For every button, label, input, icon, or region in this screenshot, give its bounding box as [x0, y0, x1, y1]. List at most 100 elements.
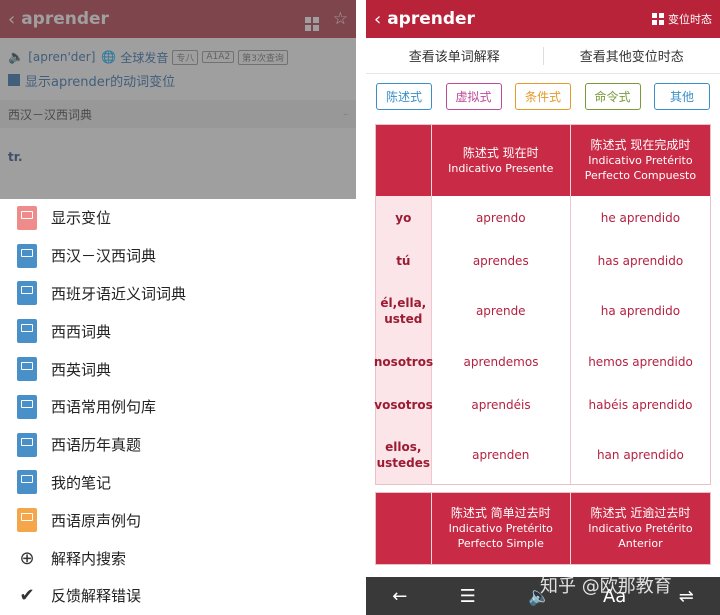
conjugation-table-past: 陈述式 简单过去时 Indicativo Pretérito Perfecto …	[375, 492, 711, 565]
back-icon[interactable]: ‹	[374, 9, 381, 30]
book-icon	[17, 281, 37, 306]
left-header: ‹ aprender ☆	[0, 0, 356, 38]
grid-icon	[652, 13, 664, 25]
audio-book-icon	[17, 508, 37, 533]
header-corner	[376, 493, 432, 564]
menu-item-example-sentences[interactable]: 西语常用例句库	[0, 388, 356, 426]
conjugation-cell: ha aprendido	[600, 304, 681, 318]
header-present-perfect: 陈述式 现在完成时 Indicativo Pretérito Perfecto …	[584, 138, 697, 182]
phonetic: [apren'der]	[28, 50, 96, 64]
menu-item-synonym-dictionary[interactable]: 西班牙语近义词词典	[0, 275, 356, 313]
table-row: nosotros aprendemos hemos aprendido	[374, 340, 710, 383]
show-conjugation-label: 显示aprender的动词变位	[25, 74, 176, 90]
conjugation-cell: aprendes	[432, 239, 571, 282]
menu-item-es-es-dictionary[interactable]: 西西词典	[0, 312, 356, 350]
globe-icon: 🌐	[101, 50, 117, 64]
mood-indicative-button[interactable]: 陈述式	[376, 83, 432, 110]
left-content: 🔈 [apren'der] 🌐 全球发音 专八 A1A2 第3次查询 显示apr…	[0, 38, 356, 164]
pronunciation-row: 🔈 [apren'der] 🌐 全球发音 专八 A1A2 第3次查询	[0, 38, 356, 68]
bottom-toolbar: ← ☰ 🔈 Aa ⇌	[366, 577, 720, 615]
mood-other-button[interactable]: 其他	[654, 83, 710, 110]
conjugation-cell: han aprendido	[596, 448, 684, 462]
person-label: yo	[376, 196, 432, 239]
menu-item-es-en-dictionary[interactable]: 西英词典	[0, 350, 356, 388]
conjugation-cell: hemos aprendido	[588, 354, 693, 369]
conjugation-table-present: 陈述式 现在时 Indicativo Presente 陈述式 现在完成时 In…	[374, 124, 711, 485]
star-icon[interactable]: ☆	[333, 9, 348, 29]
table-header-row: 陈述式 简单过去时 Indicativo Pretérito Perfecto …	[376, 493, 710, 564]
conjugation-cell: aprendemos	[432, 340, 571, 383]
conjugation-cell: aprenden	[432, 426, 571, 484]
more-icon[interactable]: ⇌	[679, 586, 694, 607]
person-label: vosotros	[374, 383, 433, 426]
menu-item-search-in-explanation[interactable]: ⊕ 解释内搜索	[0, 539, 356, 577]
header-past-anterior: 陈述式 近逾过去时 Indicativo Pretérito Anterior	[588, 506, 693, 550]
menu-item-es-zh-dictionary[interactable]: 西汉－汉西词典	[0, 237, 356, 275]
header-preterite: 陈述式 简单过去时 Indicativo Pretérito Perfecto …	[432, 493, 571, 564]
collapse-icon: –	[343, 108, 348, 120]
show-conjugation-link[interactable]: 显示aprender的动词变位	[0, 68, 356, 92]
tag-lookups: 第3次查询	[238, 49, 288, 65]
table-row: ellos, ustedes aprenden han aprendido	[376, 426, 710, 484]
conjugation-cell: has aprendido	[597, 253, 684, 268]
global-pronunciation[interactable]: 全球发音	[120, 49, 168, 66]
book-icon	[17, 394, 37, 419]
dictionary-menu: 显示变位 西汉－汉西词典 西班牙语近义词词典 西西词典 西英词典 西语常用例句库…	[0, 199, 356, 615]
right-screen: ‹ aprender 变位时态 查看该单词解释 查看其他变位时态 陈述式 虚拟式…	[366, 0, 720, 615]
book-icon	[17, 243, 37, 268]
person-label: él,ella, usted	[376, 282, 432, 340]
tab-word-explanation[interactable]: 查看该单词解释	[366, 46, 543, 65]
menu-icon[interactable]: ☰	[460, 586, 476, 607]
person-label: nosotros	[374, 340, 433, 383]
person-label: ellos, ustedes	[376, 426, 432, 484]
book-icon	[17, 432, 37, 457]
conjugation-cell: aprendéis	[432, 383, 571, 426]
menu-item-show-conjugation[interactable]: 显示变位	[0, 199, 356, 237]
table-row: yo aprendo he aprendido	[376, 196, 710, 239]
conjugation-cell: aprende	[432, 282, 571, 340]
mood-selector: 陈述式 虚拟式 条件式 命令式 其他	[366, 74, 720, 110]
person-label: tú	[376, 239, 432, 282]
font-size-icon[interactable]: Aa	[603, 586, 626, 607]
left-screen: ‹ aprender ☆ 🔈 [apren'der] 🌐 全球发音 专八 A1A…	[0, 0, 356, 615]
header-corner	[376, 125, 432, 196]
tab-other-tenses[interactable]: 查看其他变位时态	[544, 46, 720, 65]
grid-icon[interactable]	[304, 8, 319, 31]
view-tabs: 查看该单词解释 查看其他变位时态	[366, 38, 720, 74]
mood-subjunctive-button[interactable]: 虚拟式	[445, 83, 502, 110]
conjugation-tense-button[interactable]: 变位时态	[652, 11, 712, 27]
search-plus-icon: ⊕	[19, 547, 35, 569]
conjugation-cell: he aprendido	[600, 210, 681, 225]
menu-item-native-audio[interactable]: 西语原声例句	[0, 501, 356, 539]
back-arrow-icon[interactable]: ←	[392, 586, 407, 607]
conjugation-icon	[17, 205, 37, 230]
table-header-row: 陈述式 现在时 Indicativo Presente 陈述式 现在完成时 In…	[376, 125, 710, 196]
conjugation-cell: aprendo	[432, 196, 571, 239]
notebook-icon	[17, 470, 37, 495]
mood-imperative-button[interactable]: 命令式	[584, 83, 641, 110]
part-of-speech: tr.	[8, 150, 23, 164]
check-icon: ✔	[19, 585, 35, 607]
dict-section-label: 西汉－汉西词典	[8, 107, 93, 122]
mood-conditional-button[interactable]: 条件式	[515, 83, 571, 110]
dict-section-bar[interactable]: 西汉－汉西词典 –	[0, 100, 356, 128]
table-row: tú aprendes has aprendido	[376, 239, 710, 282]
tag-cefr: A1A2	[202, 51, 235, 63]
speaker-icon[interactable]: 🔈	[8, 50, 24, 65]
header-present: 陈述式 现在时 Indicativo Presente	[432, 125, 571, 196]
book-icon	[17, 319, 37, 344]
table-row: él,ella, usted aprende ha aprendido	[376, 282, 710, 340]
page-title: aprender	[387, 9, 475, 29]
page-title: aprender	[21, 9, 109, 29]
menu-item-past-exams[interactable]: 西语历年真题	[0, 426, 356, 464]
menu-item-my-notes[interactable]: 我的笔记	[0, 464, 356, 502]
book-icon	[17, 357, 37, 382]
table-row: vosotros aprendéis habéis aprendido	[374, 383, 710, 426]
back-icon[interactable]: ‹	[8, 9, 15, 30]
conjugation-icon	[8, 74, 20, 86]
menu-item-report-error[interactable]: ✔ 反馈解释错误	[0, 577, 356, 615]
right-header: ‹ aprender 变位时态	[366, 0, 720, 38]
conjugation-cell: habéis aprendido	[588, 397, 693, 412]
speaker-icon[interactable]: 🔈	[528, 586, 550, 607]
tag-level: 专八	[172, 49, 199, 65]
